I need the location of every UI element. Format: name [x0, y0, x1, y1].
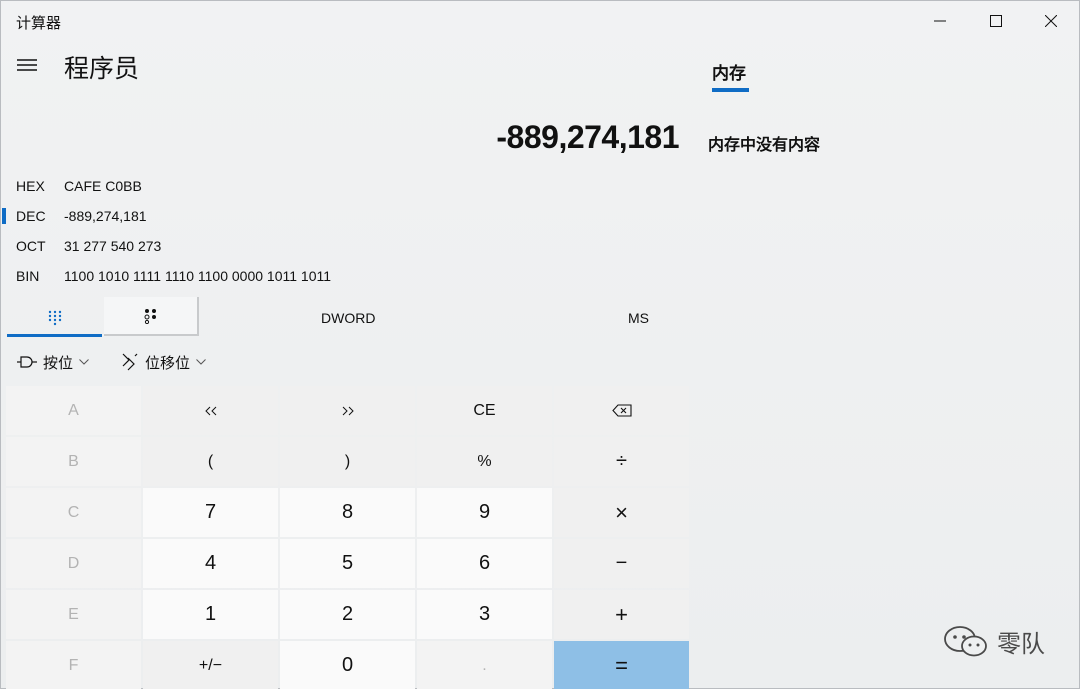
key-3[interactable]: 3 [417, 590, 552, 639]
key-6[interactable]: 6 [417, 539, 552, 588]
key-right-shift[interactable] [280, 386, 415, 435]
chevron-down-icon [196, 359, 206, 365]
radix-row-bin[interactable]: BIN 1100 1010 1111 1110 1100 0000 1011 1… [1, 261, 691, 291]
bitshift-dropdown[interactable]: 位移位 [121, 346, 206, 378]
operations-bar: 按位 位移位 [1, 346, 691, 378]
key-clear-entry[interactable]: CE [417, 386, 552, 435]
bit-toggle-icon [144, 308, 156, 324]
watermark: 零队 [943, 623, 1045, 659]
tab-bit-toggle-keypad[interactable] [104, 297, 199, 336]
memory-empty-message: 内存中没有内容 [708, 137, 821, 154]
navigation-menu-button[interactable] [13, 52, 41, 78]
logic-gate-icon [17, 356, 37, 368]
title-bar: 计算器 [1, 1, 1079, 41]
key-7[interactable]: 7 [143, 488, 278, 537]
key-hex-c[interactable]: C [6, 488, 141, 537]
tab-full-keypad-underline [7, 334, 102, 337]
tab-memory-underline [712, 88, 749, 92]
key-hex-f[interactable]: F [6, 641, 141, 689]
maximize-button[interactable] [968, 1, 1024, 41]
bitshift-label: 位移位 [145, 354, 191, 372]
keypad: A CE B ( ) % ÷ C 7 8 9 × D 4 5 6 − E 1 2… [6, 386, 690, 689]
key-5[interactable]: 5 [280, 539, 415, 588]
calculator-window: 计算器 程序员 内存 内存中没有内容 -889,274,181 HEX CAFE… [0, 0, 1080, 689]
key-modulo[interactable]: % [417, 437, 552, 486]
bitwise-dropdown[interactable]: 按位 [17, 346, 89, 378]
double-chevron-left-icon [204, 406, 216, 415]
maximize-icon [990, 15, 1002, 27]
radix-value: -889,274,181 [64, 208, 147, 224]
minimize-button[interactable] [912, 1, 968, 41]
radix-row-dec[interactable]: DEC -889,274,181 [1, 201, 691, 231]
radix-value: 31 277 540 273 [64, 238, 162, 254]
keypad-grid-icon [48, 310, 61, 325]
key-equals[interactable]: = [554, 641, 689, 689]
key-backspace[interactable] [554, 386, 689, 435]
key-0[interactable]: 0 [280, 641, 415, 689]
result-display: -889,274,181 [496, 119, 679, 155]
key-minus[interactable]: − [554, 539, 689, 588]
key-8[interactable]: 8 [280, 488, 415, 537]
chat-bubbles-icon [944, 626, 987, 657]
key-multiply[interactable]: × [554, 488, 689, 537]
bit-shift-icon [122, 353, 138, 371]
radix-row-oct[interactable]: OCT 31 277 540 273 [1, 231, 691, 261]
key-decimal[interactable]: . [417, 641, 552, 689]
key-hex-b[interactable]: B [6, 437, 141, 486]
memory-store-button[interactable]: MS [628, 310, 649, 326]
radix-value: CAFE C0BB [64, 178, 142, 194]
radix-label: HEX [16, 178, 45, 194]
window-title: 计算器 [16, 15, 62, 32]
close-icon [1045, 15, 1057, 27]
key-negate[interactable]: +/− [143, 641, 278, 689]
key-9[interactable]: 9 [417, 488, 552, 537]
key-4[interactable]: 4 [143, 539, 278, 588]
keypad-mode-bar: DWORD MS [1, 297, 691, 338]
mode-title: 程序员 [64, 55, 140, 83]
radix-label: OCT [16, 238, 46, 254]
chevron-down-icon [79, 359, 89, 365]
key-2[interactable]: 2 [280, 590, 415, 639]
key-divide[interactable]: ÷ [554, 437, 689, 486]
key-left-shift[interactable] [143, 386, 278, 435]
key-plus[interactable]: + [554, 590, 689, 639]
backspace-icon [611, 404, 632, 417]
key-hex-a[interactable]: A [6, 386, 141, 435]
radix-row-hex[interactable]: HEX CAFE C0BB [1, 171, 691, 201]
minimize-icon [934, 20, 946, 22]
tab-memory[interactable]: 内存 [712, 59, 746, 84]
key-hex-d[interactable]: D [6, 539, 141, 588]
key-hex-e[interactable]: E [6, 590, 141, 639]
key-close-paren[interactable]: ) [280, 437, 415, 486]
word-size-button[interactable]: DWORD [321, 310, 375, 326]
close-button[interactable] [1023, 1, 1079, 41]
key-open-paren[interactable]: ( [143, 437, 278, 486]
radix-label: BIN [16, 268, 40, 284]
radix-value: 1100 1010 1111 1110 1100 0000 1011 1011 [64, 268, 332, 284]
bitwise-label: 按位 [43, 354, 74, 372]
double-chevron-right-icon [342, 406, 354, 415]
radix-label: DEC [16, 208, 46, 224]
tab-full-keypad[interactable] [7, 297, 102, 338]
key-1[interactable]: 1 [143, 590, 278, 639]
hamburger-icon [17, 59, 37, 71]
radix-selected-indicator [2, 208, 6, 224]
watermark-text: 零队 [997, 630, 1045, 658]
